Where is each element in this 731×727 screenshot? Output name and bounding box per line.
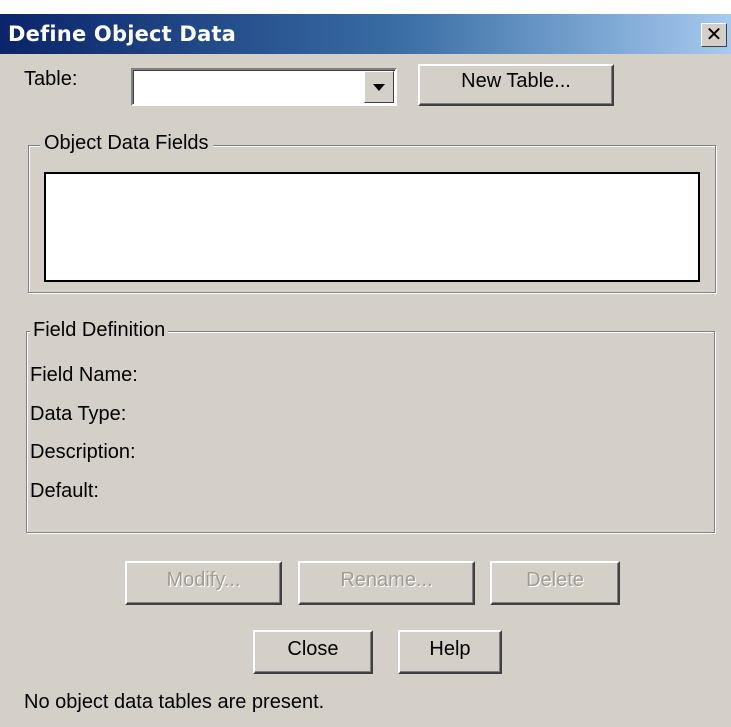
rename-button[interactable]: Rename... [298, 561, 475, 605]
top-border [0, 0, 731, 14]
delete-button[interactable]: Delete [490, 561, 620, 605]
default-label: Default: [30, 480, 99, 502]
new-table-button[interactable]: New Table... [418, 64, 614, 106]
data-type-label: Data Type: [30, 403, 127, 425]
close-button[interactable]: Close [253, 630, 373, 674]
table-label: Table: [24, 68, 78, 90]
dialog-title: Define Object Data [8, 22, 237, 46]
status-message: No object data tables are present. [24, 691, 325, 713]
table-select[interactable] [131, 68, 397, 106]
title-bar[interactable]: Define Object Data ✕ [0, 14, 731, 54]
field-name-label: Field Name: [30, 364, 138, 386]
field-definition-legend: Field Definition [30, 319, 169, 342]
close-icon[interactable]: ✕ [701, 23, 727, 47]
modify-button[interactable]: Modify... [125, 561, 282, 605]
description-label: Description: [30, 441, 136, 463]
dropdown-button[interactable] [364, 71, 394, 103]
field-definition-group [26, 331, 715, 533]
chevron-down-icon [373, 84, 385, 91]
help-button[interactable]: Help [398, 630, 502, 674]
object-data-fields-list[interactable] [44, 172, 700, 282]
object-data-fields-legend: Object Data Fields [40, 132, 213, 155]
define-object-data-dialog: Define Object Data ✕ Table: New Table...… [0, 0, 731, 727]
